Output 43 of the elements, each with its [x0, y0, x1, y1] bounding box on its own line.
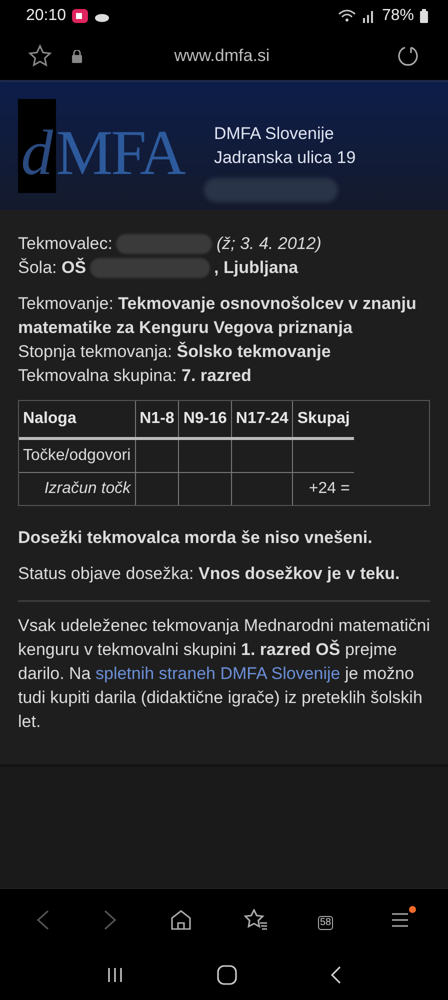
system-back-icon[interactable]: [330, 965, 342, 985]
forward-icon[interactable]: [102, 908, 117, 930]
info-paragraph: Vsak udeleženec tekmovanja Mednarodni matematični kenguru v tekmovalni skupini 1. razred OŠ prejme darilo. Na spletnih straneh DMFA Slovenije je možno tudi kupiti darila (didaktične igrače) iz preteklih šolskih let.: [18, 615, 430, 733]
status-text: Status objave dosežka: Vnos dosežkov je v teku.: [18, 563, 401, 585]
table-cell: Izračun točk: [19, 472, 136, 505]
address-line: Jadranska ulica 19: [214, 148, 356, 168]
home-icon[interactable]: [170, 908, 192, 930]
wifi-icon: [338, 9, 356, 23]
table-cell: +24 =: [292, 472, 354, 505]
signal-icon: [362, 9, 376, 23]
reload-icon[interactable]: [396, 44, 420, 68]
bookmark-star-icon[interactable]: [28, 44, 52, 68]
column-header: N1-8: [135, 401, 179, 438]
back-icon[interactable]: [36, 908, 50, 930]
contestant-label: Tekmovalec:: [18, 233, 112, 255]
clock-time: 20:10: [26, 7, 66, 25]
column-header: Naloga: [19, 401, 136, 438]
school-city: , Ljubljana: [214, 257, 298, 279]
school-label: Šola:: [18, 257, 57, 279]
table-cell: [178, 472, 232, 505]
birth-date: (ž; 3. 4. 2012): [216, 233, 322, 255]
dmfa-link[interactable]: spletnih straneh DMFA Slovenije: [95, 664, 340, 683]
lock-icon: [72, 50, 82, 62]
home-nav-icon[interactable]: [216, 965, 237, 985]
table-cell: [231, 472, 293, 505]
school-prefix: OŠ: [61, 256, 86, 279]
competition-detail: Tekmovanje: Tekmovanje osnovnošolcev v znanju matematike za Kenguru Vegova priznanja: [18, 293, 418, 339]
table-cell: Točke/odgovori: [19, 438, 136, 472]
table-cell: [135, 472, 179, 505]
video-icon: [72, 9, 88, 23]
recent-apps-icon[interactable]: [106, 966, 124, 984]
tabs-button[interactable]: 58: [316, 908, 341, 930]
column-header: Skupaj: [292, 401, 354, 438]
address-line: DMFA Slovenije: [214, 124, 335, 144]
bookmarks-icon[interactable]: [244, 908, 268, 930]
battery-percent: 78%: [382, 7, 414, 25]
competition-detail: Tekmovalna skupina: 7. razred: [18, 365, 252, 387]
column-header: N17-24: [231, 401, 293, 438]
column-header: N9-16: [178, 401, 232, 438]
competition-detail: Stopnja tekmovanja: Šolsko tekmovanje: [18, 340, 332, 363]
notice-text: Dosežki tekmovalca morda še niso vnešeni.: [18, 528, 372, 547]
battery-icon: [420, 9, 428, 23]
url-text[interactable]: www.dmfa.si: [98, 46, 346, 66]
